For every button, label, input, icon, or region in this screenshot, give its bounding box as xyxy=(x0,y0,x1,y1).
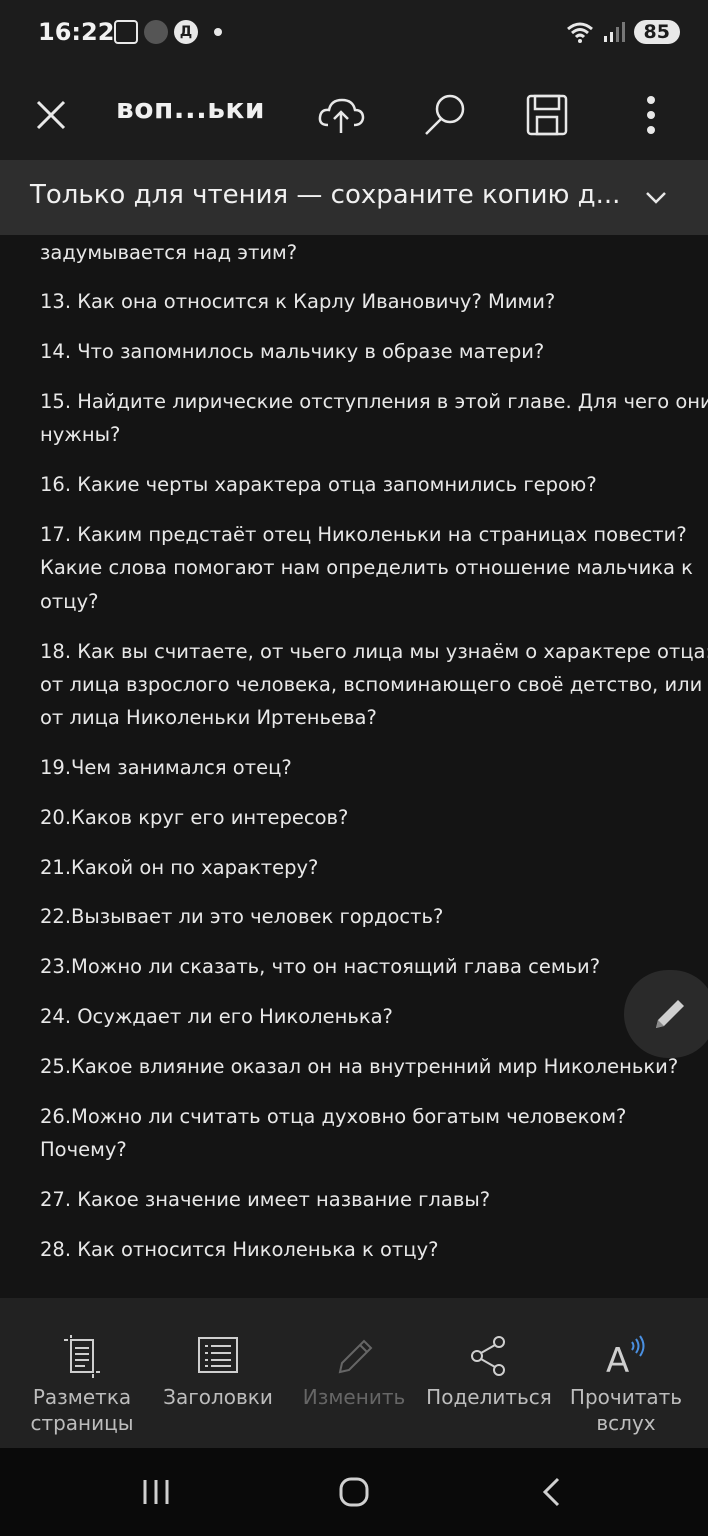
text-line: 17. Каким предстаёт отец Николеньки на с… xyxy=(40,523,687,546)
cloud-upload-icon xyxy=(318,98,365,133)
back-icon xyxy=(542,1477,560,1507)
app-notification-icon xyxy=(144,20,168,44)
headings-icon xyxy=(198,1337,238,1373)
more-icon xyxy=(647,96,655,134)
home-button[interactable] xyxy=(324,1472,384,1512)
edit-pencil-icon xyxy=(656,1000,684,1028)
close-button[interactable] xyxy=(24,88,78,142)
status-right: 85 xyxy=(566,20,680,44)
svg-text:A: A xyxy=(606,1341,629,1380)
edit-fab-button[interactable] xyxy=(624,970,708,1058)
search-icon xyxy=(425,94,465,135)
status-bar: 16:22 Д 85 xyxy=(0,0,708,70)
text-line: Почему? xyxy=(40,1138,127,1161)
text-line: Какие слова помогают нам определить отно… xyxy=(40,556,693,579)
more-notifications-dot xyxy=(214,28,222,36)
text-line: 18. Как вы считаете, от чьего лица мы уз… xyxy=(40,640,708,663)
read-aloud-icon: A xyxy=(606,1335,645,1380)
home-icon xyxy=(339,1477,369,1507)
text-line: 16. Какие черты характера отца запомнили… xyxy=(40,473,597,496)
text-line: 19.Чем занимался отец? xyxy=(40,756,292,779)
wifi-icon xyxy=(566,22,593,43)
text-line: задумывается над этим? xyxy=(40,241,298,264)
recents-button[interactable] xyxy=(126,1472,186,1512)
document-title[interactable]: воп...ьки xyxy=(116,92,265,125)
text-line: 28. Как относится Николенька к отцу? xyxy=(40,1238,439,1261)
text-line: 13. Как она относится к Карлу Ивановичу?… xyxy=(40,290,556,313)
text-line: от лица взрослого человека, вспоминающег… xyxy=(40,673,703,696)
more-options-button[interactable] xyxy=(624,88,678,142)
text-line: отцу? xyxy=(40,590,99,613)
text-line: 23.Можно ли сказать, что он настоящий гл… xyxy=(40,955,601,978)
chevron-down-icon[interactable] xyxy=(642,184,670,212)
headings-button[interactable]: Заголовки xyxy=(148,1318,288,1410)
read-aloud-label-2: вслух xyxy=(596,1411,656,1435)
text-line: 27. Какое значение имеет название главы? xyxy=(40,1188,491,1211)
document-content[interactable]: задумывается над этим? 13. Как она относ… xyxy=(0,235,708,1298)
banner-text: Только для чтения — сохраните копию д... xyxy=(30,180,621,210)
edit-button-disabled: Изменить xyxy=(284,1318,424,1410)
status-time: 16:22 xyxy=(38,18,115,46)
screenshot-icon xyxy=(114,20,138,44)
upload-button[interactable] xyxy=(314,88,368,142)
text-line: 25.Какое влияние оказал он на внутренний… xyxy=(40,1055,679,1078)
letter-notification-icon: Д xyxy=(174,20,198,44)
text-line: 20.Каков круг его интересов? xyxy=(40,806,349,829)
app-toolbar xyxy=(0,70,708,160)
search-button[interactable] xyxy=(418,88,472,142)
text-line: от лица Николеньки Иртеньева? xyxy=(40,706,377,729)
page-layout-icon xyxy=(64,1335,100,1378)
page-layout-label-1: Разметка xyxy=(32,1385,132,1409)
read-only-banner[interactable]: Только для чтения — сохраните копию д... xyxy=(0,160,708,235)
pencil-icon xyxy=(338,1339,373,1374)
share-label: Поделиться xyxy=(426,1385,552,1409)
read-aloud-label-1: Прочитать xyxy=(569,1385,683,1409)
edit-label: Изменить xyxy=(302,1385,406,1409)
system-nav-bar xyxy=(0,1448,708,1536)
headings-label: Заголовки xyxy=(163,1385,273,1409)
text-line: 14. Что запомнилось мальчику в образе ма… xyxy=(40,340,545,363)
close-icon xyxy=(36,100,66,130)
text-line: 21.Какой он по характеру? xyxy=(40,856,319,879)
signal-icon xyxy=(603,22,625,42)
read-aloud-button[interactable]: A Прочитать вслух xyxy=(556,1318,696,1436)
text-line: 22.Вызывает ли это человек гордость? xyxy=(40,905,444,928)
page-layout-button[interactable]: Разметка страницы xyxy=(12,1318,152,1436)
bottom-action-bar: Разметка страницы Заголовки Изменить Под… xyxy=(0,1298,708,1448)
save-button[interactable] xyxy=(520,88,574,142)
share-button[interactable]: Поделиться xyxy=(419,1318,559,1410)
notification-icons: Д xyxy=(114,20,222,44)
back-button[interactable] xyxy=(522,1472,582,1512)
text-line: 24. Осуждает ли его Николенька? xyxy=(40,1005,393,1028)
text-line: нужны? xyxy=(40,423,121,446)
text-line: 15. Найдите лирические отступления в это… xyxy=(40,390,708,413)
save-icon xyxy=(526,94,568,136)
share-icon xyxy=(471,1336,505,1376)
text-line: 26.Можно ли считать отца духовно богатым… xyxy=(40,1105,627,1128)
recents-icon xyxy=(143,1480,169,1504)
page-layout-label-2: страницы xyxy=(30,1411,134,1435)
battery-indicator: 85 xyxy=(633,20,680,44)
